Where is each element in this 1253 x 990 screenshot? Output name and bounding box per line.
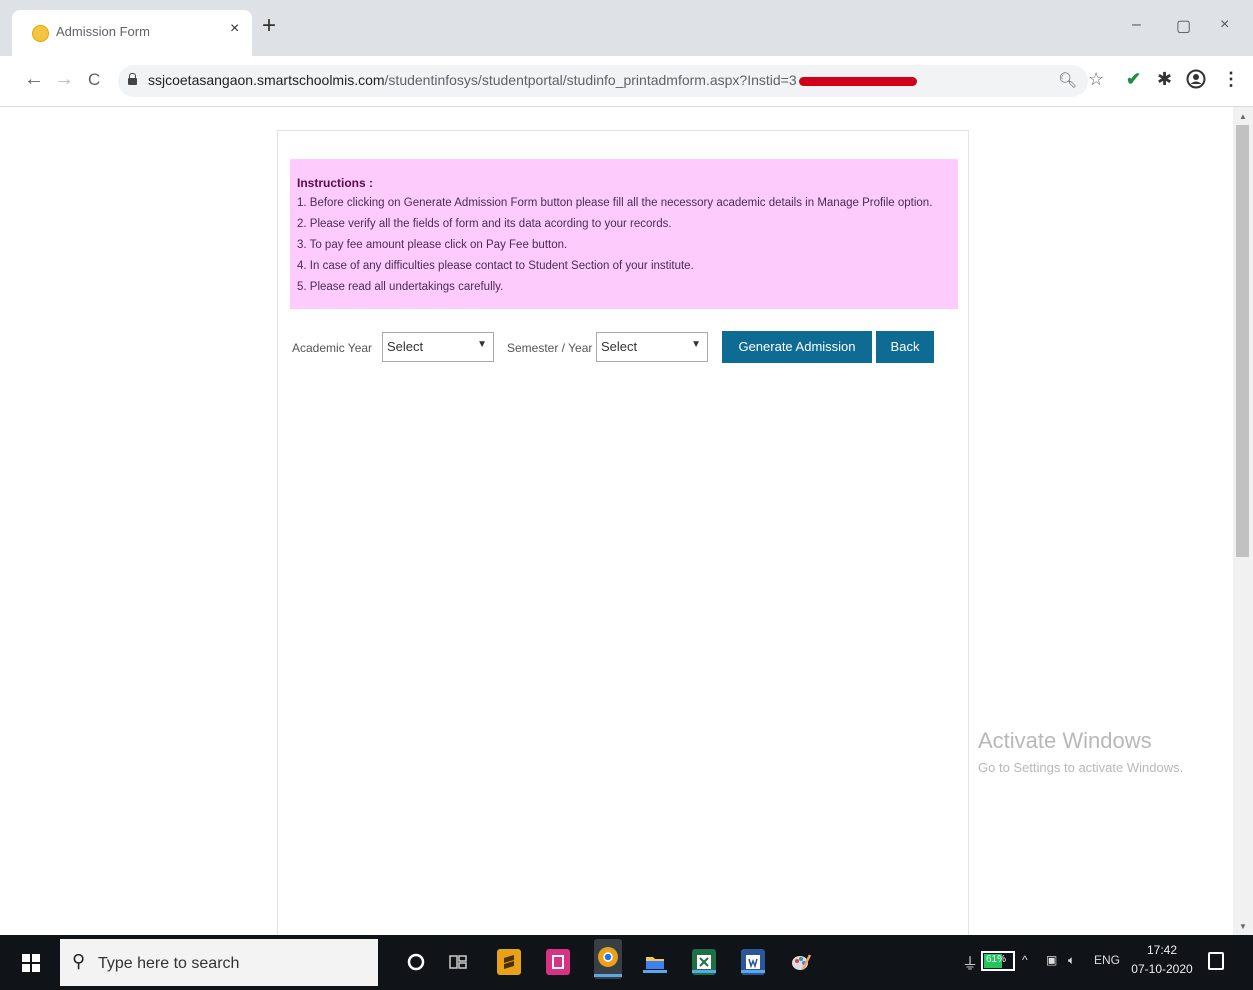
address-bar[interactable]: ssjcoetasangaon.smartschoolmis.com/stude… xyxy=(118,65,1088,97)
page-scrollbar[interactable]: ▲ ▼ xyxy=(1233,107,1253,935)
cortana-icon[interactable] xyxy=(404,949,428,975)
page-content: Instructions : 1. Before clicking on Gen… xyxy=(0,107,1233,951)
running-indicator xyxy=(643,970,667,973)
reload-button[interactable]: C xyxy=(88,70,100,90)
browser-tab-admission-form[interactable]: Admission Form × xyxy=(12,10,252,56)
volume-icon[interactable]: 🔈︎ xyxy=(1068,953,1075,968)
show-hidden-icons-icon[interactable]: ^ xyxy=(1022,953,1028,967)
url-host: ssjcoetasangaon.smartschoolmis.com xyxy=(148,72,385,88)
academic-year-select[interactable]: Select ▼ xyxy=(382,332,494,362)
lock-icon xyxy=(128,73,137,85)
zoom-icon[interactable]: 🔍︎ xyxy=(1058,71,1077,89)
favicon-icon xyxy=(32,25,49,42)
back-button[interactable]: ← xyxy=(24,68,44,91)
scroll-up-icon[interactable]: ▲ xyxy=(1239,112,1247,121)
active-indicator xyxy=(594,974,622,977)
windows-start-icon[interactable] xyxy=(22,954,40,972)
chrome-icon[interactable] xyxy=(594,939,622,979)
paint-app-icon[interactable] xyxy=(789,949,813,975)
taskbar-clock[interactable]: 17:42 07-10-2020 xyxy=(1124,941,1200,979)
check-extension-icon[interactable]: ✔ xyxy=(1126,69,1141,90)
profile-icon[interactable] xyxy=(1186,69,1206,94)
browser-toolbar: ← → C ssjcoetasangaon.smartschoolmis.com… xyxy=(0,56,1253,107)
tab-title: Admission Form xyxy=(56,24,150,39)
instruction-line: 1. Before clicking on Generate Admission… xyxy=(297,197,933,209)
new-tab-button[interactable]: + xyxy=(262,14,276,38)
tab-close-icon[interactable]: × xyxy=(230,20,239,38)
chevron-down-icon: ▼ xyxy=(477,339,487,350)
forward-button[interactable]: → xyxy=(54,68,74,91)
tab-strip: Admission Form × + – ▢ × xyxy=(0,0,1253,56)
taskbar-search-placeholder: Type here to search xyxy=(98,955,240,972)
file-explorer-icon[interactable] xyxy=(643,949,667,975)
instruction-line: 3. To pay fee amount please click on Pay… xyxy=(297,239,568,251)
academic-year-value: Select xyxy=(387,339,424,354)
battery-percent: 61% xyxy=(986,954,1007,965)
activate-subtitle: Go to Settings to activate Windows. xyxy=(978,760,1184,775)
word-icon[interactable] xyxy=(741,949,765,975)
chevron-down-icon: ▼ xyxy=(691,339,701,350)
menu-icon[interactable]: ⋮ xyxy=(1222,69,1240,90)
back-button-form[interactable]: Back xyxy=(876,331,934,363)
clock-time: 17:42 xyxy=(1146,943,1178,957)
search-icon: ⚲ xyxy=(72,951,86,971)
excel-icon[interactable] xyxy=(692,949,716,975)
battery-icon[interactable]: 61% xyxy=(981,951,1015,971)
instructions-title: Instructions : xyxy=(297,176,374,190)
minimize-button[interactable]: – xyxy=(1132,16,1141,34)
url-path: /studentinfosys/studentportal/studinfo_p… xyxy=(384,72,797,88)
scrollbar-thumb[interactable] xyxy=(1236,125,1249,557)
extensions-icon[interactable]: ✱ xyxy=(1157,69,1172,90)
admission-form-panel: Instructions : 1. Before clicking on Gen… xyxy=(277,130,969,951)
sublime-text-icon[interactable] xyxy=(497,949,521,975)
instructions-box: Instructions : 1. Before clicking on Gen… xyxy=(290,159,958,309)
language-indicator[interactable]: ENG xyxy=(1094,953,1120,967)
star-icon[interactable]: ☆ xyxy=(1088,69,1104,90)
redaction-mark xyxy=(798,76,917,86)
activate-title: Activate Windows xyxy=(978,728,1152,753)
restore-button[interactable]: ▢ xyxy=(1176,16,1191,36)
scroll-down-icon[interactable]: ▼ xyxy=(1239,922,1247,931)
running-indicator xyxy=(741,970,765,973)
task-view-icon[interactable] xyxy=(446,949,470,975)
activate-windows-watermark: Activate Windows Go to Settings to activ… xyxy=(978,728,1183,775)
power-plug-icon[interactable]: ⏚ xyxy=(962,950,978,974)
semester-year-select[interactable]: Select ▼ xyxy=(596,332,708,362)
academic-year-label: Academic Year xyxy=(292,341,373,355)
url-text: ssjcoetasangaon.smartschoolmis.com/stude… xyxy=(148,72,917,88)
clock-date: 07-10-2020 xyxy=(1131,962,1193,976)
running-indicator xyxy=(692,970,716,973)
taskbar-search-box[interactable]: ⚲ Type here to search xyxy=(60,939,378,986)
instruction-line: 4. In case of any difficulties please co… xyxy=(297,260,694,272)
semester-year-label: Semester / Year xyxy=(507,341,593,355)
windows-taskbar: ⚲ Type here to search ⏚ 61% ^ ▣ 🔈︎ ENG 1… xyxy=(0,935,1253,990)
instruction-line: 2. Please verify all the fields of form … xyxy=(297,218,672,230)
network-icon[interactable]: ▣ xyxy=(1046,953,1057,967)
notifications-icon[interactable] xyxy=(1208,952,1224,970)
instruction-line: 5. Please read all undertakings carefull… xyxy=(297,281,504,293)
onenote-app-icon[interactable] xyxy=(546,949,570,975)
generate-admission-form-button[interactable]: Generate Admission Form xyxy=(722,331,872,386)
semester-year-value: Select xyxy=(601,339,638,354)
window-close-button[interactable]: × xyxy=(1220,16,1229,34)
